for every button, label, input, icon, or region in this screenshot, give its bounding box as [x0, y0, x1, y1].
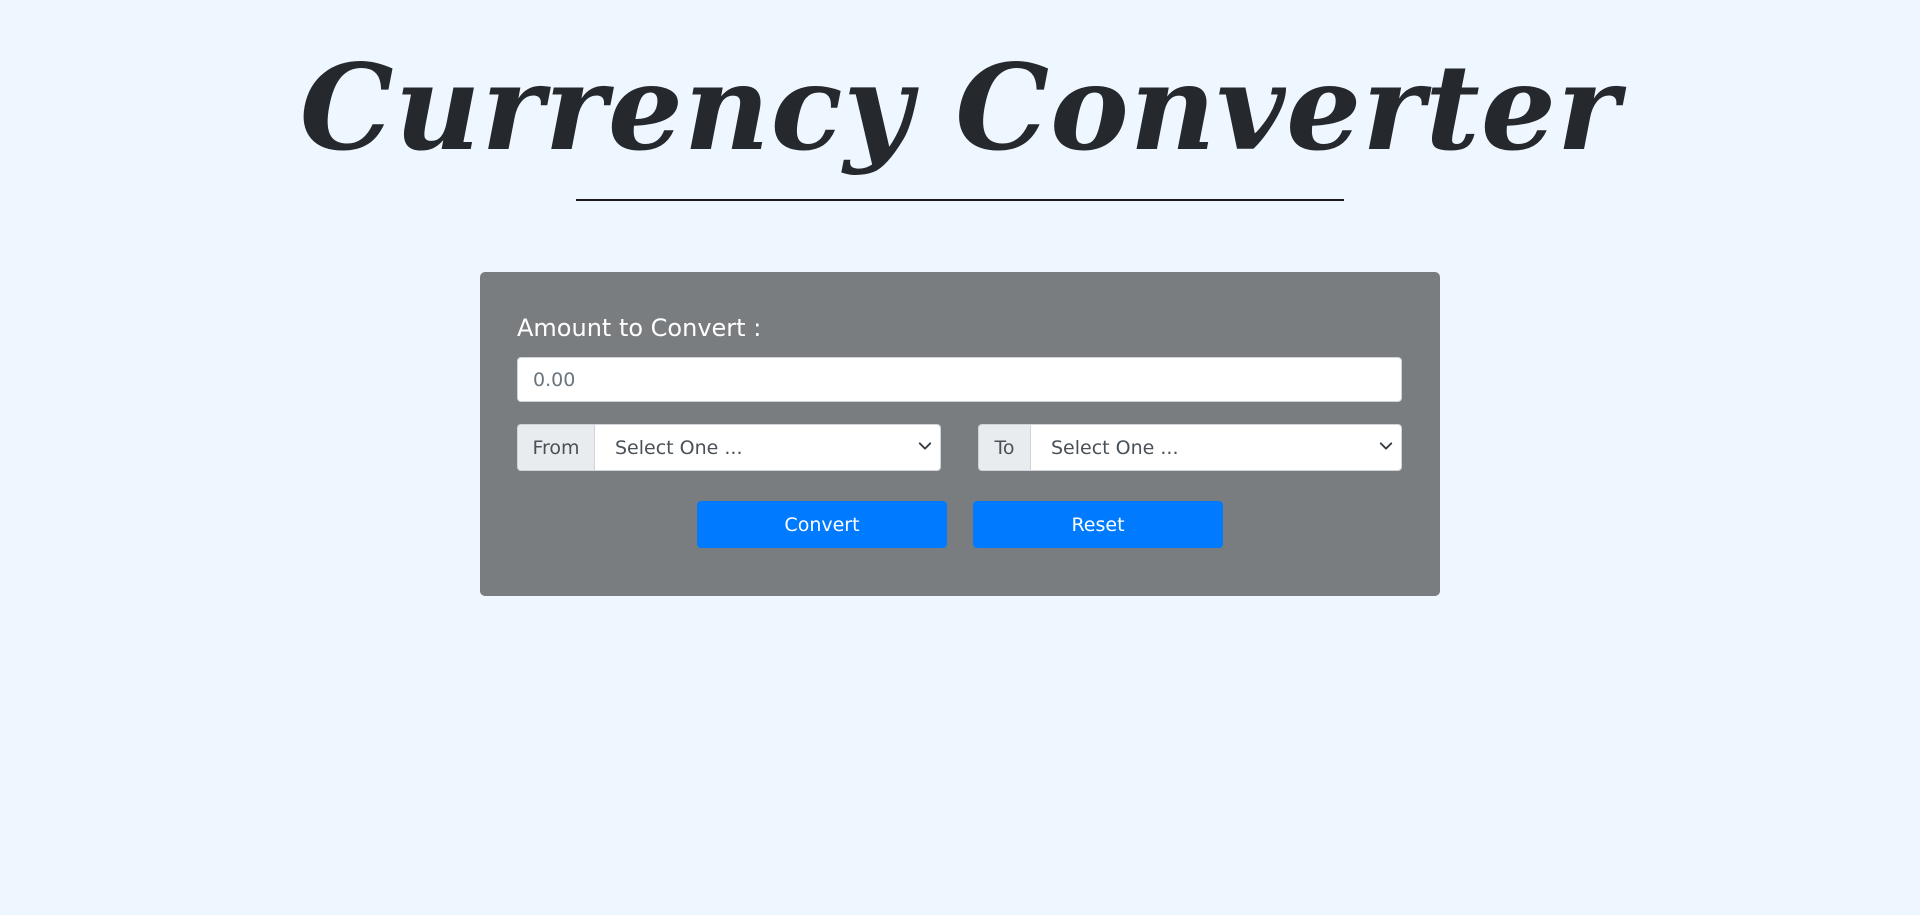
title-underline [576, 199, 1344, 201]
to-label: To [978, 424, 1030, 471]
amount-label: Amount to Convert : [517, 314, 762, 342]
reset-button[interactable]: Reset [973, 501, 1223, 548]
from-currency-group: From Select One ... [517, 424, 941, 471]
to-currency-group: To Select One ... [978, 424, 1402, 471]
convert-button[interactable]: Convert [697, 501, 947, 548]
converter-card: Amount to Convert : From Select One ... … [480, 272, 1440, 596]
to-currency-select[interactable]: Select One ... [1030, 424, 1402, 471]
chevron-down-icon [1379, 441, 1393, 450]
amount-input[interactable] [517, 357, 1402, 402]
from-currency-selected: Select One ... [615, 436, 743, 459]
from-label: From [517, 424, 594, 471]
page-title: Currency Converter [299, 38, 1621, 177]
to-currency-selected: Select One ... [1051, 436, 1179, 459]
chevron-down-icon [918, 441, 932, 450]
from-currency-select[interactable]: Select One ... [594, 424, 941, 471]
